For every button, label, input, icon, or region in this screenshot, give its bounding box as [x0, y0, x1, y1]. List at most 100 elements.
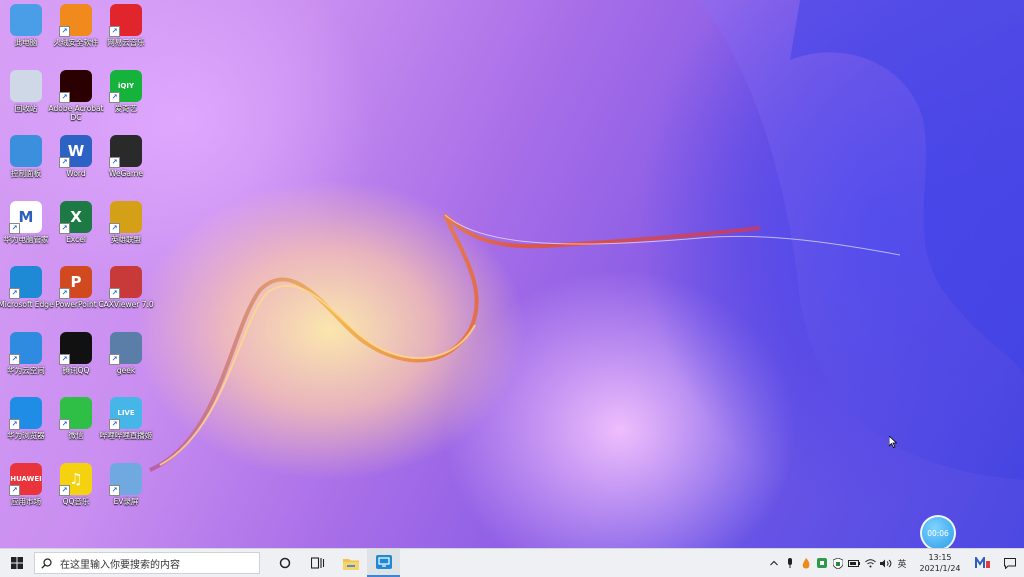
shortcut-arrow-icon: ↗ — [59, 157, 70, 168]
desktop-icon-label: 爱奇艺 — [114, 103, 138, 113]
task-view-button[interactable] — [301, 549, 334, 577]
shield-tray-icon[interactable] — [830, 549, 846, 577]
start-button[interactable] — [0, 549, 34, 577]
app-icon: ↗ — [9, 331, 42, 365]
desktop-icon[interactable]: ↗ Adobe Acrobat DC — [48, 69, 104, 122]
huawei-m-tray-icon[interactable] — [970, 549, 996, 577]
desktop-icon[interactable]: ↗ CAXViewer 7.0 — [98, 266, 154, 309]
desktop-icon-label: 网易云音乐 — [107, 38, 145, 47]
timer-text: 00:06 — [927, 528, 949, 538]
cortana-circle-icon — [279, 557, 290, 569]
app-icon-glyph: P — [70, 273, 82, 291]
shortcut-arrow-icon: ↗ — [9, 353, 20, 365]
volume-icon[interactable] — [878, 549, 894, 577]
shortcut-arrow-icon: ↗ — [109, 288, 120, 299]
app-icon-glyph: M — [18, 207, 34, 226]
mouse-cursor-icon — [889, 436, 897, 448]
input-method-indicator[interactable]: 英 — [894, 549, 910, 577]
show-hidden-icons-chevron-icon[interactable] — [766, 549, 782, 577]
huorong-tray-icon[interactable] — [798, 549, 814, 577]
desktop-icon[interactable]: M ↗ 华为电脑管家 — [0, 200, 52, 244]
app-icon-glyph: W — [67, 142, 85, 160]
shortcut-arrow-icon: ↗ — [109, 353, 120, 365]
desktop-icon[interactable]: ↗ geek — [100, 331, 152, 375]
app-icon: ↗ — [109, 135, 142, 168]
desktop-icon[interactable]: ♫ ↗ QQ音乐 — [50, 462, 102, 506]
desktop-icon[interactable]: ↗ WeGame — [100, 135, 152, 178]
desktop-icon-label: 哔哩哔哩直播姬 — [99, 431, 153, 440]
desktop-icon-label: geek — [116, 365, 136, 375]
app-icon: W ↗ — [59, 135, 92, 168]
app-icon: ↗ — [59, 397, 92, 430]
notification-center-button[interactable] — [996, 549, 1024, 577]
recording-timer[interactable]: 00:06 — [920, 515, 956, 551]
screen-recorder-taskbar-button[interactable] — [367, 549, 400, 577]
desktop-icon[interactable]: ↗ 网易云音乐 — [100, 4, 152, 47]
taskbar: 在这里输入你要搜索的内容 英 13:15 2021/1/24 — [0, 548, 1024, 577]
shortcut-arrow-icon: ↗ — [59, 419, 70, 430]
taskbar-search-box[interactable]: 在这里输入你要搜索的内容 — [34, 552, 260, 574]
desktop-icon[interactable]: ↗ 火绒安全软件 — [50, 4, 102, 47]
desktop-icon[interactable]: 控制面板 — [0, 135, 52, 178]
app-icon — [10, 4, 42, 36]
desktop-icon[interactable]: ↗ 华为浏览器 — [0, 397, 52, 440]
desktop-icon[interactable]: ↗ 英雄联盟 — [100, 200, 152, 244]
taskbar-clock[interactable]: 13:15 2021/1/24 — [914, 552, 966, 574]
desktop-icon[interactable]: W ↗ Word — [50, 135, 102, 178]
shortcut-arrow-icon: ↗ — [59, 91, 70, 103]
app-icon: iQIY ↗ — [109, 69, 142, 103]
file-explorer-button[interactable] — [334, 549, 367, 577]
app-icon — [10, 135, 42, 167]
desktop-icon[interactable]: iQIY ↗ 爱奇艺 — [100, 69, 152, 113]
shortcut-arrow-icon: ↗ — [9, 484, 20, 496]
desktop-icon-label: 英雄联盟 — [111, 234, 141, 244]
desktop-icon[interactable]: LIVE ↗ 哔哩哔哩直播姬 — [100, 397, 152, 440]
search-placeholder: 在这里输入你要搜索的内容 — [60, 559, 180, 571]
app-icon: ↗ — [9, 397, 42, 430]
desktop-icon[interactable]: 回收站 — [0, 69, 52, 113]
app-icon-glyph: ♫ — [69, 469, 83, 488]
system-tray: 英 13:15 2021/1/24 — [766, 549, 1024, 577]
app-icon: ↗ — [59, 331, 92, 365]
desktop-icon-label: EV录屏 — [113, 496, 139, 506]
windows-logo-icon — [11, 557, 23, 569]
app-icon: ↗ — [109, 4, 142, 37]
battery-icon[interactable] — [846, 549, 862, 577]
desktop-icon[interactable]: 此电脑 — [0, 4, 52, 47]
desktop-icon[interactable]: X ↗ Excel — [50, 200, 102, 244]
app-icon: M ↗ — [9, 200, 42, 234]
notification-icon — [1004, 557, 1016, 569]
app-icon: ↗ — [59, 69, 92, 103]
desktop-icon-label: CAXViewer 7.0 — [98, 300, 154, 309]
folder-icon — [342, 558, 359, 570]
shortcut-arrow-icon: ↗ — [59, 288, 70, 299]
app-icon: LIVE ↗ — [109, 397, 142, 430]
desktop-icon-label: WeGame — [109, 169, 143, 178]
desktop-icon[interactable]: ↗ 微信 — [50, 397, 102, 440]
app-icon: X ↗ — [59, 200, 92, 234]
shortcut-arrow-icon: ↗ — [109, 157, 120, 168]
desktop-icon[interactable]: HUAWEI ↗ 应用市场 — [0, 462, 52, 506]
app-icon: ↗ — [109, 331, 142, 365]
desktop-icons: 此电脑 ↗ 火绒安全软件 ↗ 网易云音乐 回收站 ↗ Adobe Acrobat DC iQIY… — [0, 0, 160, 548]
desktop-icon[interactable]: ↗ EV录屏 — [100, 462, 152, 506]
desktop-icon[interactable]: ↗ Microsoft Edge — [0, 266, 54, 309]
shortcut-arrow-icon: ↗ — [109, 91, 120, 103]
microphone-icon[interactable] — [782, 549, 798, 577]
app-icon-glyph: iQIY — [117, 81, 135, 90]
app-icon — [10, 69, 42, 102]
desktop-icon[interactable]: P ↗ PowerPoint — [50, 266, 102, 309]
desktop-icon[interactable]: ↗ 华为云空间 — [0, 331, 52, 375]
wifi-icon[interactable] — [862, 549, 878, 577]
shortcut-arrow-icon: ↗ — [109, 484, 120, 496]
app-icon: ↗ — [109, 462, 142, 496]
app-icon-glyph: HUAWEI — [10, 474, 42, 483]
app-icon-glyph: X — [70, 207, 82, 226]
shortcut-arrow-icon: ↗ — [9, 419, 20, 430]
desktop-icon[interactable]: ↗ 腾讯QQ — [50, 331, 102, 375]
shortcut-arrow-icon: ↗ — [109, 419, 120, 430]
app-icon: ↗ — [9, 266, 42, 299]
clock-time: 13:15 — [928, 553, 952, 562]
cortana-button[interactable] — [268, 549, 301, 577]
huawei-pc-manager-tray-icon[interactable] — [814, 549, 830, 577]
